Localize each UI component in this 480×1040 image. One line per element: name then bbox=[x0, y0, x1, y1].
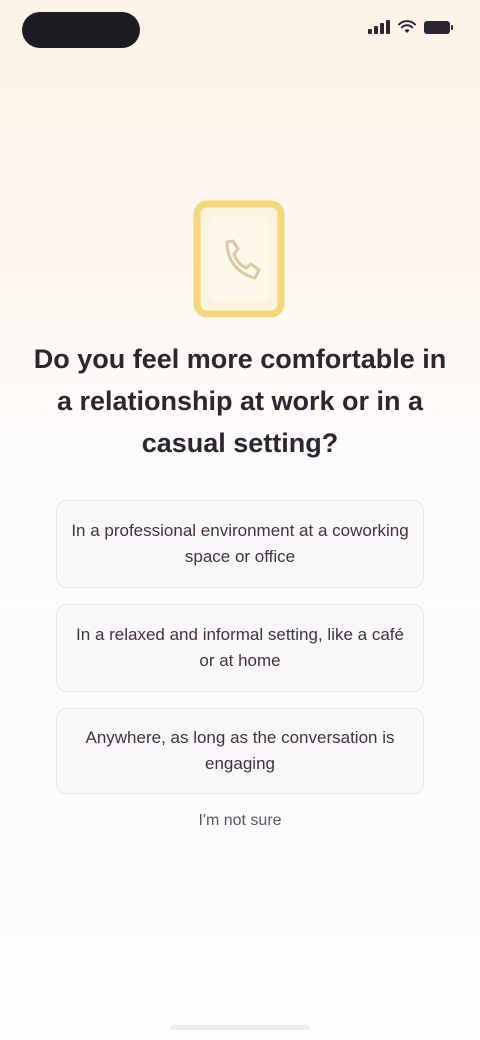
option-anywhere[interactable]: Anywhere, as long as the conversation is… bbox=[56, 708, 424, 794]
option-label: In a relaxed and informal setting, like … bbox=[76, 625, 404, 670]
not-sure-link[interactable]: I'm not sure bbox=[0, 812, 480, 830]
option-relaxed-setting[interactable]: In a relaxed and informal setting, like … bbox=[56, 604, 424, 692]
dynamic-island bbox=[22, 12, 140, 48]
battery-icon bbox=[424, 20, 453, 34]
option-label: Anywhere, as long as the conversation is… bbox=[85, 728, 395, 773]
question-title: Do you feel more comfortable in a relati… bbox=[33, 344, 447, 458]
phone-card-icon bbox=[193, 200, 285, 318]
option-professional-environment[interactable]: In a professional environment at a cowor… bbox=[56, 500, 424, 588]
cellular-signal-icon bbox=[368, 20, 390, 34]
option-label: In a professional environment at a cowor… bbox=[71, 521, 409, 566]
wifi-icon bbox=[398, 20, 416, 33]
status-icons bbox=[368, 20, 453, 34]
home-indicator bbox=[170, 1025, 310, 1030]
answer-options: In a professional environment at a cowor… bbox=[56, 500, 424, 794]
status-bar bbox=[0, 0, 480, 64]
